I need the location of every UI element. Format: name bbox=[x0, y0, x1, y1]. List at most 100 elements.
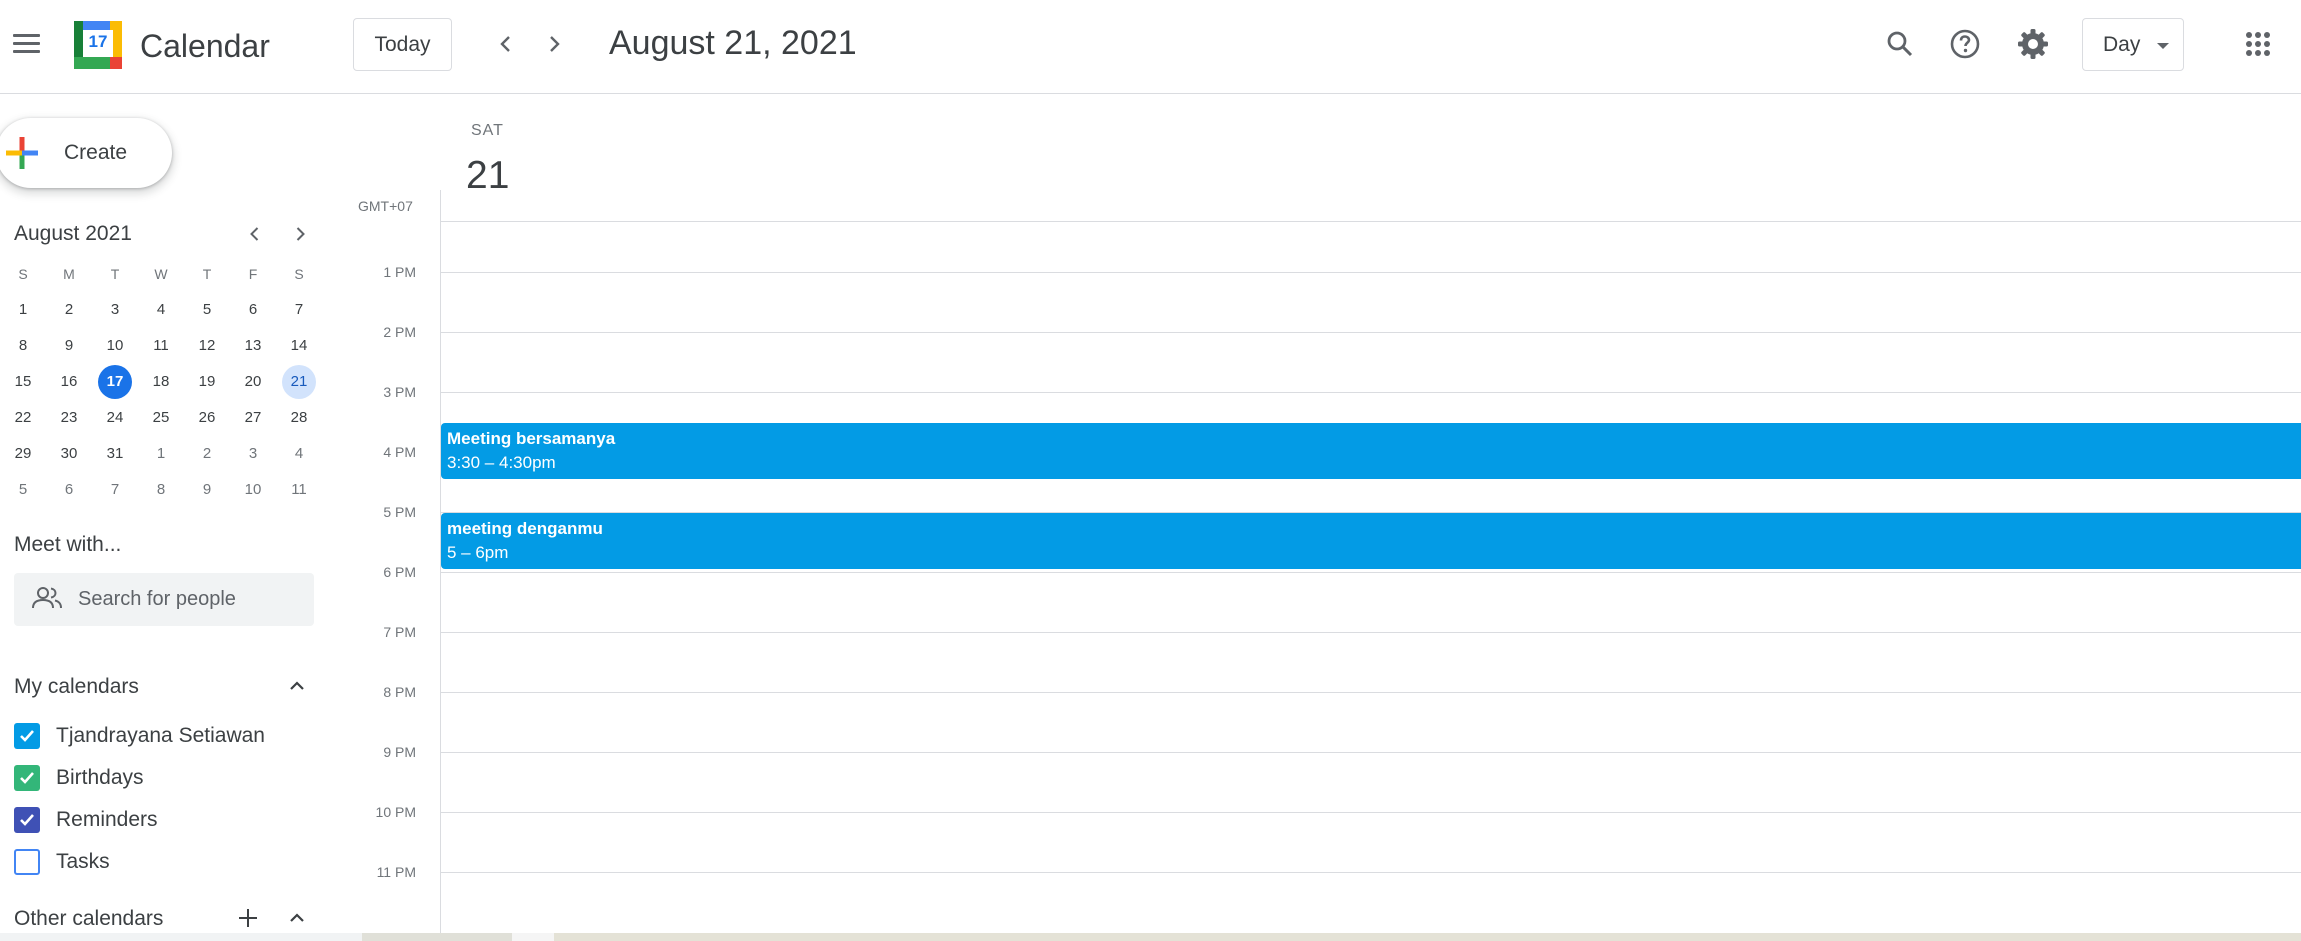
mini-calendar-day[interactable]: 12 bbox=[184, 328, 230, 364]
mini-calendar-day[interactable]: 29 bbox=[0, 436, 46, 472]
mini-calendar-day-label: 6 bbox=[248, 301, 258, 318]
mini-calendar-next-button[interactable] bbox=[284, 218, 316, 250]
mini-calendar-day[interactable]: 9 bbox=[184, 472, 230, 508]
hour-label: 1 PM bbox=[383, 264, 416, 280]
mini-calendar-day[interactable]: 7 bbox=[92, 472, 138, 508]
other-calendars-collapse-button[interactable] bbox=[281, 902, 313, 934]
my-calendars-title[interactable]: My calendars bbox=[14, 675, 139, 699]
chevron-right-icon bbox=[550, 36, 560, 52]
calendar-item[interactable]: Reminders bbox=[14, 802, 158, 838]
hour-gridline bbox=[441, 392, 2301, 393]
calendar-item[interactable]: Birthdays bbox=[14, 760, 144, 796]
top-bar: 17 Calendar Today August 21, 2021 Day bbox=[0, 0, 2301, 94]
mini-calendar-week: 5 6 7 8 9 10 11 bbox=[0, 472, 322, 508]
weekday-label: T bbox=[202, 266, 212, 282]
mini-calendar-day-label: 20 bbox=[244, 373, 262, 390]
add-other-calendar-button[interactable] bbox=[232, 902, 264, 934]
calendar-item-label: Tasks bbox=[56, 850, 110, 873]
mini-calendar-day[interactable]: 3 bbox=[230, 436, 276, 472]
mini-calendar-day[interactable]: 7 bbox=[276, 292, 322, 328]
mini-calendar-day[interactable]: 17 bbox=[92, 364, 138, 400]
mini-calendar-day[interactable]: 11 bbox=[276, 472, 322, 508]
mini-calendar-day[interactable]: 28 bbox=[276, 400, 322, 436]
mini-calendar-day-label: 9 bbox=[64, 337, 74, 354]
checkbox-unchecked-icon[interactable] bbox=[14, 849, 40, 875]
mini-calendar-day-label: 2 bbox=[64, 301, 74, 318]
mini-calendar-day[interactable]: 6 bbox=[46, 472, 92, 508]
mini-calendar-day[interactable]: 18 bbox=[138, 364, 184, 400]
mini-calendar-day[interactable]: 6 bbox=[230, 292, 276, 328]
mini-calendar-day[interactable]: 15 bbox=[0, 364, 46, 400]
mini-calendar-day[interactable]: 2 bbox=[184, 436, 230, 472]
mini-calendar-day[interactable]: 30 bbox=[46, 436, 92, 472]
people-search-field[interactable] bbox=[14, 573, 314, 626]
calendar-item-label: Birthdays bbox=[56, 766, 144, 789]
mini-calendar-day[interactable]: 26 bbox=[184, 400, 230, 436]
previous-day-button[interactable] bbox=[486, 24, 526, 64]
create-button[interactable]: Create bbox=[0, 118, 172, 188]
checkbox-checked-icon[interactable] bbox=[14, 807, 40, 833]
mini-calendar-day[interactable]: 31 bbox=[92, 436, 138, 472]
mini-calendar-day[interactable]: 20 bbox=[230, 364, 276, 400]
mini-calendar-day[interactable]: 1 bbox=[0, 292, 46, 328]
settings-button[interactable] bbox=[2013, 24, 2053, 64]
next-day-button[interactable] bbox=[534, 24, 574, 64]
calendar-item[interactable]: Tjandrayana Setiawan bbox=[14, 718, 265, 754]
mini-calendar-day[interactable]: 25 bbox=[138, 400, 184, 436]
day-number[interactable]: 21 bbox=[466, 154, 509, 198]
google-apps-button[interactable] bbox=[2238, 24, 2278, 64]
today-button[interactable]: Today bbox=[353, 18, 452, 71]
bottom-scroll-strip bbox=[0, 933, 2301, 941]
mini-calendar-day[interactable]: 2 bbox=[46, 292, 92, 328]
mini-calendar-day[interactable]: 10 bbox=[230, 472, 276, 508]
other-calendars-title[interactable]: Other calendars bbox=[14, 907, 163, 931]
mini-calendar-day[interactable]: 10 bbox=[92, 328, 138, 364]
event-title: Meeting bersamanya bbox=[447, 429, 616, 448]
mini-calendar-day[interactable]: 23 bbox=[46, 400, 92, 436]
mini-calendar-day[interactable]: 8 bbox=[0, 328, 46, 364]
mini-calendar-day[interactable]: 4 bbox=[276, 436, 322, 472]
mini-calendar-day[interactable]: 14 bbox=[276, 328, 322, 364]
chevron-up-icon bbox=[290, 681, 304, 690]
logo-day-number: 17 bbox=[88, 32, 108, 51]
view-selector[interactable]: Day bbox=[2082, 18, 2184, 71]
main-menu-icon[interactable] bbox=[10, 28, 42, 60]
calendar-event[interactable]: meeting denganmu 5 – 6pm bbox=[441, 513, 2301, 569]
checkbox-checked-icon[interactable] bbox=[14, 723, 40, 749]
hour-gridline bbox=[441, 752, 2301, 753]
chevron-right-icon bbox=[296, 227, 305, 241]
mini-calendar-day[interactable]: 5 bbox=[0, 472, 46, 508]
mini-calendar-day[interactable]: 21 bbox=[276, 364, 322, 400]
help-button[interactable] bbox=[1945, 24, 1985, 64]
mini-calendar-day[interactable]: 1 bbox=[138, 436, 184, 472]
mini-calendar-day[interactable]: 22 bbox=[0, 400, 46, 436]
chevron-up-icon bbox=[290, 913, 304, 922]
mini-calendar-day[interactable]: 5 bbox=[184, 292, 230, 328]
mini-calendar-day[interactable]: 19 bbox=[184, 364, 230, 400]
mini-calendar-prev-button[interactable] bbox=[239, 218, 271, 250]
mini-calendar-day[interactable]: 9 bbox=[46, 328, 92, 364]
hour-label: 10 PM bbox=[375, 804, 416, 820]
view-selector-label: Day bbox=[2103, 32, 2141, 56]
calendar-item[interactable]: Tasks bbox=[14, 844, 110, 880]
mini-calendar-day[interactable]: 16 bbox=[46, 364, 92, 400]
mini-calendar-day[interactable]: 4 bbox=[138, 292, 184, 328]
weekday-label: F bbox=[248, 266, 258, 282]
mini-calendar-day[interactable]: 8 bbox=[138, 472, 184, 508]
mini-calendar-week: 22 23 24 25 26 27 28 bbox=[0, 400, 322, 436]
mini-calendar-day[interactable]: 27 bbox=[230, 400, 276, 436]
my-calendars-collapse-button[interactable] bbox=[281, 670, 313, 702]
calendar-event[interactable]: Meeting bersamanya 3:30 – 4:30pm bbox=[441, 423, 2301, 479]
search-button[interactable] bbox=[1880, 24, 1920, 64]
checkbox-checked-icon[interactable] bbox=[14, 765, 40, 791]
app-title[interactable]: Calendar bbox=[140, 28, 270, 65]
mini-calendar-day-label: 1 bbox=[18, 301, 28, 318]
mini-calendar-day-label: 21 bbox=[282, 365, 316, 399]
mini-calendar-day[interactable]: 13 bbox=[230, 328, 276, 364]
calendar-logo-icon[interactable]: 17 bbox=[74, 21, 122, 69]
mini-calendar-day[interactable]: 3 bbox=[92, 292, 138, 328]
mini-calendar-day[interactable]: 24 bbox=[92, 400, 138, 436]
mini-calendar-day[interactable]: 11 bbox=[138, 328, 184, 364]
hour-label: 4 PM bbox=[383, 444, 416, 460]
people-search-input[interactable] bbox=[78, 573, 298, 626]
